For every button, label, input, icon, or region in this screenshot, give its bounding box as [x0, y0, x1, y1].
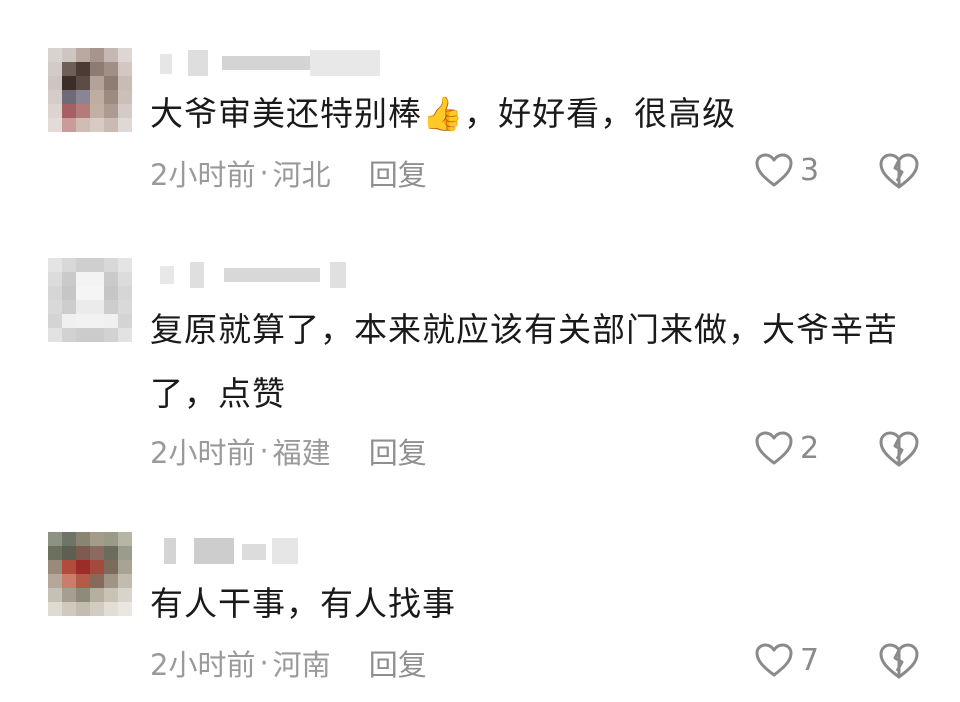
heart-outline-icon: [755, 643, 793, 677]
comment-location: 福建: [272, 436, 331, 470]
reply-button[interactable]: 回复: [369, 642, 427, 684]
avatar[interactable]: [48, 258, 132, 342]
comment-text: 有人干事，有人找事: [150, 584, 456, 623]
broken-heart-icon[interactable]: [878, 430, 920, 468]
comment-text: 复原就算了，本来就应该有关部门来做，大爷辛苦了，点赞: [150, 310, 898, 413]
avatar[interactable]: [48, 48, 132, 132]
comment-time: 2小时前: [150, 648, 256, 682]
broken-heart-icon[interactable]: [878, 642, 920, 680]
reply-button[interactable]: 回复: [369, 152, 427, 194]
broken-heart-icon[interactable]: [878, 152, 920, 190]
username-blurred[interactable]: [160, 538, 390, 564]
username-blurred[interactable]: [160, 50, 390, 76]
like-button[interactable]: 7: [754, 642, 819, 678]
comment-text: 大爷审美还特别棒👍，好好看，很高级: [150, 94, 737, 133]
comment-meta: 2小时前 · 河北 回复: [150, 152, 427, 194]
heart-outline-icon: [755, 153, 793, 187]
avatar[interactable]: [48, 532, 132, 616]
username-blurred[interactable]: [160, 262, 390, 288]
comment-location: 河北: [272, 158, 331, 192]
meta-separator: ·: [259, 156, 269, 190]
like-count: 7: [800, 642, 820, 678]
reply-button[interactable]: 回复: [369, 430, 427, 472]
like-button[interactable]: 2: [754, 430, 819, 466]
comment-location: 河南: [272, 648, 331, 682]
comment-meta: 2小时前 · 河南 回复: [150, 642, 427, 684]
meta-separator: ·: [259, 646, 269, 680]
like-button[interactable]: 3: [754, 152, 819, 188]
heart-outline-icon: [755, 431, 793, 465]
comment-time: 2小时前: [150, 158, 256, 192]
comment-time: 2小时前: [150, 436, 256, 470]
like-count: 3: [800, 152, 820, 188]
comment-meta: 2小时前 · 福建 回复: [150, 430, 427, 472]
meta-separator: ·: [259, 434, 269, 468]
like-count: 2: [800, 430, 820, 466]
